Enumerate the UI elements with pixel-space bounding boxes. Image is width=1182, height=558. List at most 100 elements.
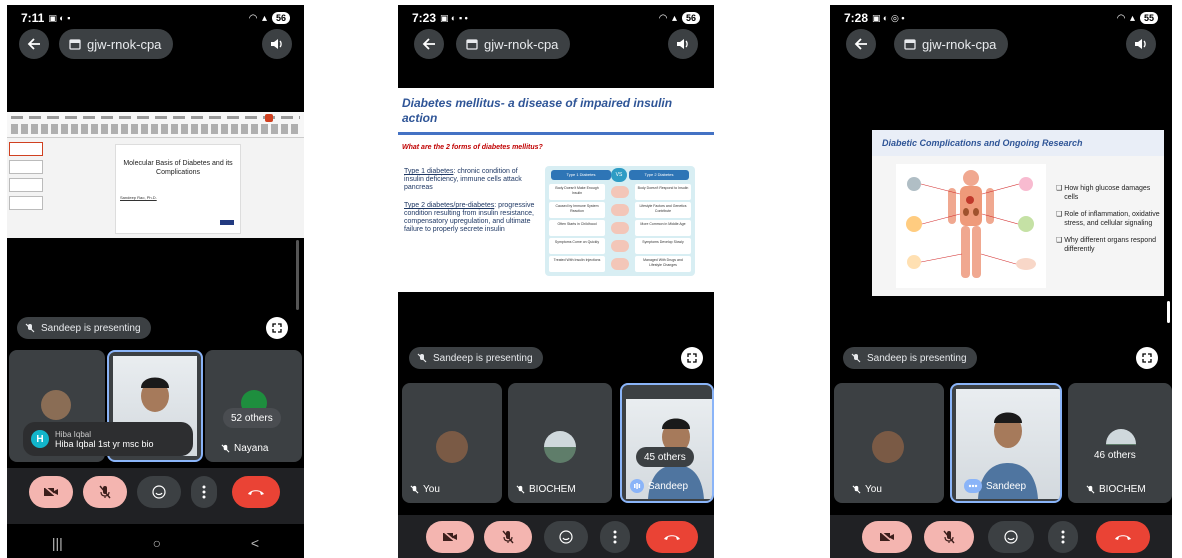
- call-controls: [830, 515, 1172, 558]
- type2-fact: Body Doesn't Respond to Insulin: [635, 184, 691, 200]
- speaker-icon: [1135, 39, 1146, 49]
- meeting-code-pill[interactable]: gjw-rnok-cpa: [894, 29, 1009, 59]
- participant-tile-sandeep[interactable]: Sandeep: [950, 383, 1062, 503]
- recents-button[interactable]: |||: [52, 535, 63, 551]
- checkbox-bullet-icon: ❑: [1056, 237, 1063, 244]
- audio-bars-icon: [634, 483, 641, 489]
- end-call-button[interactable]: [1096, 521, 1150, 553]
- camera-off-button[interactable]: [862, 521, 912, 553]
- calendar-icon: [466, 39, 478, 50]
- signal-icon: ▴: [1129, 12, 1135, 24]
- more-vert-icon: [1061, 530, 1065, 544]
- symptom-icon: [611, 186, 629, 198]
- fullscreen-button[interactable]: [266, 317, 288, 339]
- type2-fact: Symptoms Develop Slowly: [635, 238, 691, 254]
- shared-slide: Diabetic Complications and Ongoing Resea…: [872, 130, 1164, 296]
- emoji-button[interactable]: [544, 521, 588, 553]
- fullscreen-button[interactable]: [1136, 347, 1158, 369]
- type2-fact: Managed With Drugs and Lifestyle Changes: [635, 256, 691, 272]
- type2-description: Type 2 diabetes/pre-diabetes: progressiv…: [404, 202, 535, 233]
- more-options-button[interactable]: [1048, 521, 1078, 553]
- participant-tile-sandeep[interactable]: 45 others Sandeep: [620, 383, 714, 503]
- signal-icon: ▴: [671, 12, 677, 24]
- sender-name: Hiba Iqbal: [55, 429, 92, 439]
- mic-off-icon: [943, 530, 955, 544]
- back-button[interactable]: [846, 29, 876, 59]
- fullscreen-icon: [687, 353, 697, 363]
- mic-off-button[interactable]: [924, 521, 974, 553]
- checkbox-bullet-icon: ❑: [1056, 211, 1063, 218]
- end-call-button[interactable]: [646, 521, 698, 553]
- title-slide: Molecular Basis of Diabetes and its Comp…: [115, 144, 241, 234]
- participant-name: You: [852, 484, 882, 495]
- type2-fact: Lifestyle Factors and Genetics Contribut…: [635, 202, 691, 218]
- wifi-icon: ◠: [1117, 12, 1125, 24]
- speaker-icon: [677, 39, 688, 49]
- research-bullets: ❑ How high glucose damages cells ❑ Role of …: [1056, 184, 1160, 262]
- meeting-code: gjw-rnok-cpa: [922, 36, 997, 52]
- participant-tile-biochem[interactable]: BIOCHEM: [508, 383, 612, 503]
- participant-tile-others[interactable]: 52 others Nayana: [205, 350, 302, 462]
- speaker-button[interactable]: [1126, 29, 1156, 59]
- symptom-icon: [611, 258, 629, 270]
- speaker-button[interactable]: [668, 29, 698, 59]
- bullet-text: Why different organs respond differently: [1064, 237, 1156, 253]
- complications-illustration: [896, 164, 1046, 288]
- participant-name: BIOCHEM: [1086, 484, 1146, 495]
- mic-off-button[interactable]: [484, 521, 532, 553]
- wifi-icon: ◠: [659, 12, 667, 24]
- meeting-code-pill[interactable]: gjw-rnok-cpa: [59, 29, 174, 59]
- chat-notification[interactable]: H Hiba Iqbal Hiba Iqbal 1st yr msc bio: [23, 422, 193, 456]
- checkbox-bullet-icon: ❑: [1056, 185, 1063, 192]
- meeting-top-bar: gjw-rnok-cpa: [398, 29, 714, 59]
- camera-off-button[interactable]: [426, 521, 474, 553]
- shared-slide: Diabetes mellitus- a disease of impaired…: [398, 88, 714, 292]
- powerpoint-ribbon: [7, 112, 304, 138]
- mic-off-icon: [25, 323, 35, 333]
- more-options-button[interactable]: [600, 521, 630, 553]
- arrow-left-icon: [854, 38, 867, 50]
- sender-avatar: H: [31, 430, 49, 448]
- back-button[interactable]: [19, 29, 49, 59]
- meeting-code: gjw-rnok-cpa: [484, 36, 559, 52]
- participant-avatar: [872, 431, 904, 463]
- android-nav-bar: ||| ○ <: [7, 528, 304, 558]
- camera-off-icon: [43, 486, 59, 498]
- slide-title-bar: Diabetic Complications and Ongoing Resea…: [872, 130, 1164, 156]
- status-time: 7:28: [844, 11, 869, 25]
- type2-link: Type 2 diabetes/pre-diabetes: [404, 202, 495, 209]
- nav-back-button[interactable]: <: [251, 535, 259, 551]
- more-options-button[interactable]: [191, 476, 217, 508]
- emoji-button[interactable]: [137, 476, 181, 508]
- title-divider: [398, 132, 714, 135]
- participant-name: Nayana: [221, 443, 268, 454]
- emoji-button[interactable]: [988, 521, 1034, 553]
- calendar-icon: [69, 39, 81, 50]
- more-vert-icon: [613, 530, 617, 544]
- others-count: 45 others: [636, 447, 694, 467]
- type1-fact: Often Starts in Childhood: [549, 220, 605, 236]
- fullscreen-button[interactable]: [681, 347, 703, 369]
- meeting-code-pill[interactable]: gjw-rnok-cpa: [456, 29, 571, 59]
- meeting-top-bar: gjw-rnok-cpa: [7, 29, 304, 59]
- type1-link: Type 1 diabetes: [404, 168, 454, 175]
- phone-screenshot-2: 7:23 ▣ ◐ ▪ • ◠ ▴ 56 gjw-rnok-cpa Diabete…: [398, 5, 714, 558]
- mic-off-button[interactable]: [83, 476, 127, 508]
- status-time: 7:23: [412, 11, 437, 25]
- chat-message: Hiba Iqbal 1st yr msc bio: [55, 438, 154, 449]
- research-bullet: ❑ Role of inflammation, oxidative stress,…: [1056, 210, 1160, 228]
- home-button[interactable]: ○: [153, 535, 161, 551]
- phone-screenshot-1: 7:11 ▣ ◐ ▪ ◠ ▴ 56 gjw-rnok-cpa Molecular…: [7, 5, 304, 558]
- back-button[interactable]: [414, 29, 444, 59]
- speaking-indicator: [630, 479, 644, 493]
- participant-tile-you[interactable]: You: [834, 383, 944, 503]
- type1-description: Type 1 diabetes: chronic condition of in…: [404, 168, 522, 191]
- type1-header: Type 1 Diabetes: [551, 170, 611, 180]
- participant-tile-you[interactable]: You: [402, 383, 502, 503]
- type1-fact: Caused by Immune System Reaction: [549, 202, 605, 218]
- end-call-button[interactable]: [232, 476, 280, 508]
- participant-tile-biochem[interactable]: 46 others BIOCHEM: [1068, 383, 1172, 503]
- comparison-row: Treated With Insulin Injections Managed W…: [549, 256, 691, 272]
- camera-off-button[interactable]: [29, 476, 73, 508]
- speaker-button[interactable]: [262, 29, 292, 59]
